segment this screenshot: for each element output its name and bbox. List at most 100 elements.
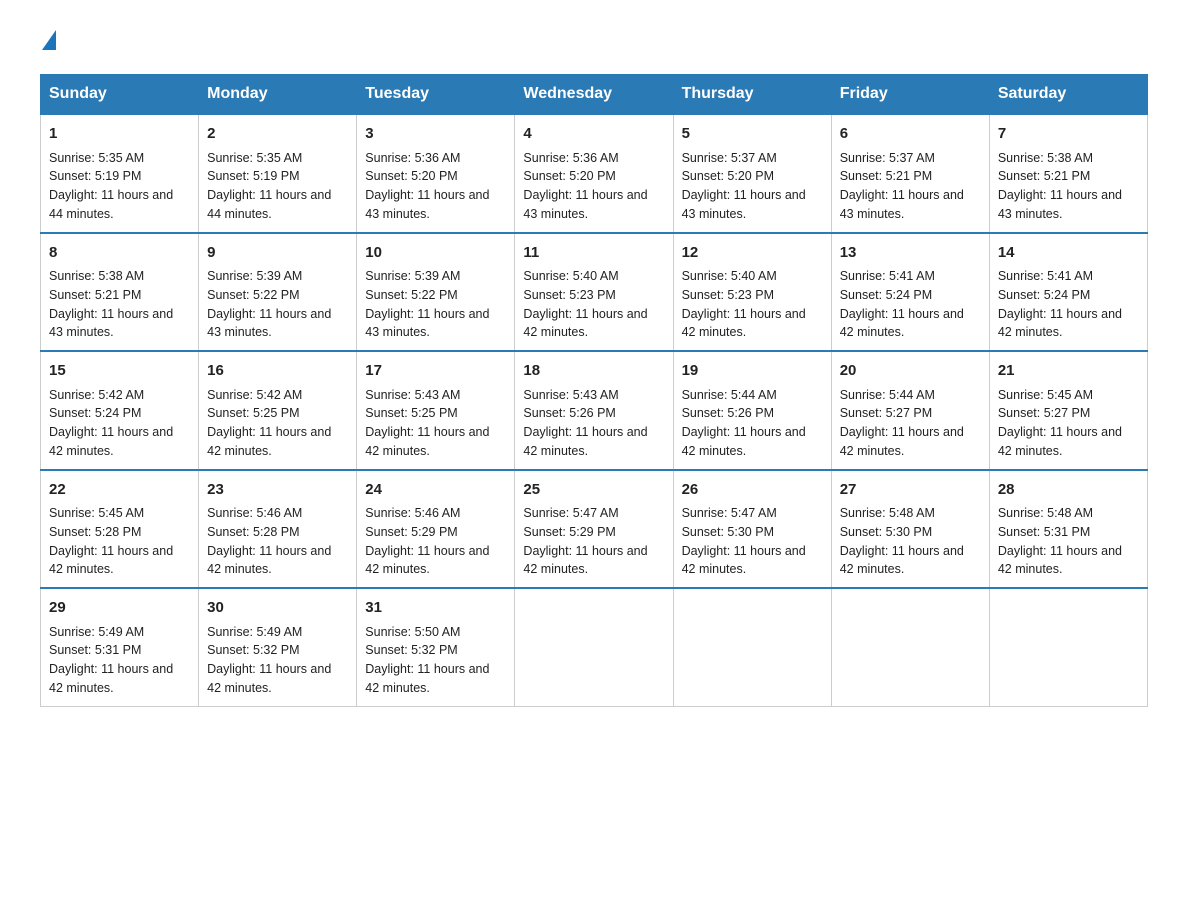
daylight-label: Daylight: 11 hours and 43 minutes. [365, 307, 489, 340]
sunrise-label: Sunrise: 5:46 AM [207, 506, 302, 520]
day-number: 23 [207, 479, 348, 502]
header-day-saturday: Saturday [989, 75, 1147, 115]
daylight-label: Daylight: 11 hours and 42 minutes. [523, 307, 647, 340]
daylight-label: Daylight: 11 hours and 42 minutes. [207, 544, 331, 577]
sunrise-label: Sunrise: 5:48 AM [840, 506, 935, 520]
sunset-label: Sunset: 5:32 PM [207, 643, 299, 657]
daylight-label: Daylight: 11 hours and 42 minutes. [365, 662, 489, 695]
day-number: 3 [365, 123, 506, 146]
day-number: 8 [49, 242, 190, 265]
sunset-label: Sunset: 5:25 PM [207, 406, 299, 420]
sunrise-label: Sunrise: 5:36 AM [365, 151, 460, 165]
daylight-label: Daylight: 11 hours and 43 minutes. [523, 188, 647, 221]
sunset-label: Sunset: 5:27 PM [840, 406, 932, 420]
daylight-label: Daylight: 11 hours and 42 minutes. [682, 307, 806, 340]
day-number: 25 [523, 479, 664, 502]
day-number: 29 [49, 597, 190, 620]
calendar-cell: 18 Sunrise: 5:43 AM Sunset: 5:26 PM Dayl… [515, 351, 673, 470]
calendar-cell: 9 Sunrise: 5:39 AM Sunset: 5:22 PM Dayli… [199, 233, 357, 352]
sunrise-label: Sunrise: 5:49 AM [49, 625, 144, 639]
calendar-cell: 27 Sunrise: 5:48 AM Sunset: 5:30 PM Dayl… [831, 470, 989, 589]
calendar-cell: 26 Sunrise: 5:47 AM Sunset: 5:30 PM Dayl… [673, 470, 831, 589]
calendar-cell: 23 Sunrise: 5:46 AM Sunset: 5:28 PM Dayl… [199, 470, 357, 589]
day-number: 4 [523, 123, 664, 146]
sunrise-label: Sunrise: 5:40 AM [682, 269, 777, 283]
daylight-label: Daylight: 11 hours and 42 minutes. [49, 425, 173, 458]
day-number: 24 [365, 479, 506, 502]
daylight-label: Daylight: 11 hours and 43 minutes. [840, 188, 964, 221]
calendar-cell [515, 588, 673, 706]
day-number: 9 [207, 242, 348, 265]
sunset-label: Sunset: 5:26 PM [523, 406, 615, 420]
header-day-thursday: Thursday [673, 75, 831, 115]
logo-triangle-icon [42, 30, 56, 50]
day-number: 18 [523, 360, 664, 383]
sunrise-label: Sunrise: 5:42 AM [49, 388, 144, 402]
sunrise-label: Sunrise: 5:39 AM [207, 269, 302, 283]
week-row-2: 8 Sunrise: 5:38 AM Sunset: 5:21 PM Dayli… [41, 233, 1148, 352]
sunrise-label: Sunrise: 5:37 AM [682, 151, 777, 165]
daylight-label: Daylight: 11 hours and 44 minutes. [207, 188, 331, 221]
header-day-friday: Friday [831, 75, 989, 115]
sunrise-label: Sunrise: 5:44 AM [840, 388, 935, 402]
day-number: 7 [998, 123, 1139, 146]
sunrise-label: Sunrise: 5:42 AM [207, 388, 302, 402]
day-number: 10 [365, 242, 506, 265]
calendar-cell [831, 588, 989, 706]
sunset-label: Sunset: 5:30 PM [840, 525, 932, 539]
week-row-1: 1 Sunrise: 5:35 AM Sunset: 5:19 PM Dayli… [41, 114, 1148, 233]
day-number: 17 [365, 360, 506, 383]
daylight-label: Daylight: 11 hours and 43 minutes. [49, 307, 173, 340]
sunrise-label: Sunrise: 5:46 AM [365, 506, 460, 520]
calendar-cell: 13 Sunrise: 5:41 AM Sunset: 5:24 PM Dayl… [831, 233, 989, 352]
daylight-label: Daylight: 11 hours and 42 minutes. [998, 544, 1122, 577]
calendar-cell: 28 Sunrise: 5:48 AM Sunset: 5:31 PM Dayl… [989, 470, 1147, 589]
sunset-label: Sunset: 5:28 PM [207, 525, 299, 539]
sunrise-label: Sunrise: 5:35 AM [49, 151, 144, 165]
calendar-cell: 31 Sunrise: 5:50 AM Sunset: 5:32 PM Dayl… [357, 588, 515, 706]
sunset-label: Sunset: 5:21 PM [840, 169, 932, 183]
sunrise-label: Sunrise: 5:38 AM [998, 151, 1093, 165]
calendar-cell: 11 Sunrise: 5:40 AM Sunset: 5:23 PM Dayl… [515, 233, 673, 352]
calendar-cell: 12 Sunrise: 5:40 AM Sunset: 5:23 PM Dayl… [673, 233, 831, 352]
daylight-label: Daylight: 11 hours and 43 minutes. [365, 188, 489, 221]
daylight-label: Daylight: 11 hours and 43 minutes. [207, 307, 331, 340]
sunset-label: Sunset: 5:20 PM [523, 169, 615, 183]
day-number: 28 [998, 479, 1139, 502]
header-day-wednesday: Wednesday [515, 75, 673, 115]
calendar-cell: 6 Sunrise: 5:37 AM Sunset: 5:21 PM Dayli… [831, 114, 989, 233]
calendar-cell: 3 Sunrise: 5:36 AM Sunset: 5:20 PM Dayli… [357, 114, 515, 233]
daylight-label: Daylight: 11 hours and 43 minutes. [682, 188, 806, 221]
sunset-label: Sunset: 5:24 PM [998, 288, 1090, 302]
daylight-label: Daylight: 11 hours and 42 minutes. [840, 307, 964, 340]
page-header [40, 30, 1148, 54]
week-row-5: 29 Sunrise: 5:49 AM Sunset: 5:31 PM Dayl… [41, 588, 1148, 706]
sunrise-label: Sunrise: 5:44 AM [682, 388, 777, 402]
calendar-cell: 30 Sunrise: 5:49 AM Sunset: 5:32 PM Dayl… [199, 588, 357, 706]
sunset-label: Sunset: 5:19 PM [49, 169, 141, 183]
sunrise-label: Sunrise: 5:49 AM [207, 625, 302, 639]
day-number: 2 [207, 123, 348, 146]
day-number: 14 [998, 242, 1139, 265]
sunrise-label: Sunrise: 5:36 AM [523, 151, 618, 165]
day-number: 21 [998, 360, 1139, 383]
sunset-label: Sunset: 5:28 PM [49, 525, 141, 539]
sunrise-label: Sunrise: 5:43 AM [523, 388, 618, 402]
sunrise-label: Sunrise: 5:47 AM [682, 506, 777, 520]
calendar-cell: 4 Sunrise: 5:36 AM Sunset: 5:20 PM Dayli… [515, 114, 673, 233]
daylight-label: Daylight: 11 hours and 42 minutes. [523, 425, 647, 458]
calendar-cell: 17 Sunrise: 5:43 AM Sunset: 5:25 PM Dayl… [357, 351, 515, 470]
sunrise-label: Sunrise: 5:38 AM [49, 269, 144, 283]
sunset-label: Sunset: 5:29 PM [523, 525, 615, 539]
sunrise-label: Sunrise: 5:37 AM [840, 151, 935, 165]
sunset-label: Sunset: 5:31 PM [998, 525, 1090, 539]
calendar-cell: 29 Sunrise: 5:49 AM Sunset: 5:31 PM Dayl… [41, 588, 199, 706]
calendar-cell: 25 Sunrise: 5:47 AM Sunset: 5:29 PM Dayl… [515, 470, 673, 589]
calendar-cell: 1 Sunrise: 5:35 AM Sunset: 5:19 PM Dayli… [41, 114, 199, 233]
daylight-label: Daylight: 11 hours and 42 minutes. [207, 662, 331, 695]
day-number: 16 [207, 360, 348, 383]
calendar-cell: 8 Sunrise: 5:38 AM Sunset: 5:21 PM Dayli… [41, 233, 199, 352]
daylight-label: Daylight: 11 hours and 42 minutes. [365, 425, 489, 458]
sunrise-label: Sunrise: 5:35 AM [207, 151, 302, 165]
sunset-label: Sunset: 5:24 PM [840, 288, 932, 302]
